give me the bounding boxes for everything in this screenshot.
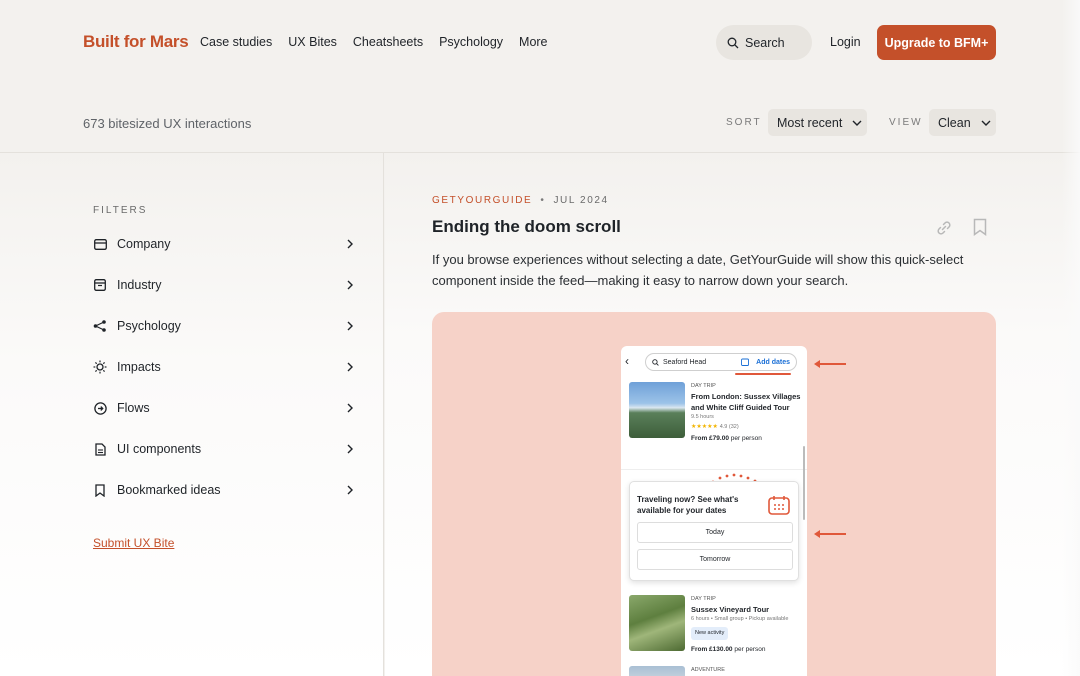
search-icon [652,358,659,366]
activity-price: From £79.00 [691,435,729,442]
results-toolbar: 673 bitesized UX interactions SORT Most … [0,100,1080,152]
link-icon[interactable] [936,220,952,236]
activity-duration: 9.5 hours [691,414,714,420]
filter-bookmarked-ideas[interactable]: Bookmarked ideas [93,479,355,501]
search-label: Search [745,35,785,50]
filter-impacts[interactable]: Impacts [93,356,355,378]
calendar-icon [768,496,790,515]
filters-sidebar: FILTERS Company Industry Psychology Impa… [0,153,384,676]
flow-circle-icon [93,401,107,415]
main-nav: Case studies UX Bites Cheatsheets Psycho… [200,35,548,49]
post-content: GETYOURGUIDE • JUL 2024 Ending the doom … [385,153,1080,676]
login-link[interactable]: Login [830,35,861,49]
chevron-right-icon [347,403,353,413]
filter-industry[interactable]: Industry [93,274,355,296]
filter-ui-components[interactable]: UI components [93,438,355,460]
star-rating-icon: ★★★★★ [691,424,718,430]
nav-ux-bites[interactable]: UX Bites [288,35,337,49]
chevron-right-icon [347,239,353,249]
tomorrow-button: Tomorrow [637,549,793,570]
quick-select-title: Traveling now? See what's available for … [637,495,739,515]
filter-company[interactable]: Company [93,233,355,255]
view-dropdown[interactable]: Clean [929,109,996,136]
chevron-right-icon [347,362,353,372]
post-date: JUL 2024 [553,195,609,206]
chevron-down-icon [981,120,991,126]
bookmark-icon[interactable] [973,218,987,236]
submit-ux-bite-link[interactable]: Submit UX Bite [93,536,174,550]
filter-label: Company [117,237,171,251]
price-suffix: per person [730,435,762,442]
box-icon [93,278,107,292]
nav-psychology[interactable]: Psychology [439,35,503,49]
nav-cheatsheets[interactable]: Cheatsheets [353,35,423,49]
search-button[interactable]: Search [716,25,812,60]
meta-separator: • [540,195,546,206]
top-navigation: Built for Mars Case studies UX Bites Che… [0,0,1080,86]
annotation-underline [735,373,791,375]
nav-more[interactable]: More [519,35,547,49]
company-tag[interactable]: GETYOURGUIDE [432,195,532,206]
view-label: VIEW [889,117,923,128]
search-icon [727,37,739,48]
app-search-bar: Seaford Head Add dates [645,353,797,371]
price-suffix: per person [734,646,766,653]
filter-psychology[interactable]: Psychology [93,315,355,337]
bookmark-icon [93,483,107,497]
annotation-arrow [814,360,846,368]
chevron-right-icon [347,485,353,495]
page-edge-shadow [1062,0,1080,676]
activity-title: From London: Sussex Villages and White C… [691,392,801,412]
filter-label: Impacts [117,360,161,374]
activity-title: Sussex Vineyard Tour [691,605,770,614]
upgrade-button[interactable]: Upgrade to BFM+ [877,25,996,60]
activity-price: From £130.00 [691,646,733,653]
document-icon [93,442,107,456]
back-arrow-icon: ‹ [625,354,629,368]
filter-label: Bookmarked ideas [117,483,221,497]
view-value: Clean [938,115,971,130]
sort-dropdown[interactable]: Most recent [768,109,867,136]
sun-icon [93,360,107,374]
chevron-right-icon [347,321,353,331]
post-title: Ending the doom scroll [432,217,621,236]
filter-label: Psychology [117,319,181,333]
interaction-preview: ‹ Seaford Head Add dates DAY TRIP From L… [432,312,996,676]
scrollbar [803,446,805,520]
calendar-icon [741,358,750,366]
post-description: If you browse experiences without select… [432,252,964,288]
today-button: Today [637,522,793,543]
chevron-right-icon [347,444,353,454]
filter-flows[interactable]: Flows [93,397,355,419]
activity-tag: DAY TRIP [691,596,716,602]
phone-screenshot: ‹ Seaford Head Add dates DAY TRIP From L… [621,346,807,676]
annotation-arrow [814,530,846,538]
brand-logo[interactable]: Built for Mars [83,32,189,52]
chevron-down-icon [852,120,862,126]
nav-case-studies[interactable]: Case studies [200,35,272,49]
quick-select-dates-card: Traveling now? See what's available for … [629,481,799,581]
activity-tag: ADVENTURE [691,667,725,673]
card-icon [93,237,107,251]
activity-details: 6 hours • Small group • Pickup available [691,616,789,622]
filter-label: Flows [117,401,150,415]
filter-label: UI components [117,442,202,456]
new-activity-badge: New activity [691,627,729,640]
results-count: 673 bitesized UX interactions [83,116,252,131]
app-search-text: Seaford Head [663,358,707,366]
share-nodes-icon [93,319,107,333]
post-meta: GETYOURGUIDE • JUL 2024 [432,195,609,206]
activity-rating: 4.9 (32) [719,424,739,430]
chevron-right-icon [347,280,353,290]
activity-thumbnail [629,595,685,651]
filters-heading: FILTERS [93,205,148,216]
activity-tag: DAY TRIP [691,383,716,389]
card-divider [621,469,807,470]
sort-label: SORT [726,117,762,128]
activity-thumbnail [629,382,685,438]
add-dates-link: Add dates [756,358,790,366]
filter-label: Industry [117,278,162,292]
activity-thumbnail [629,666,685,676]
sort-value: Most recent [777,115,843,130]
